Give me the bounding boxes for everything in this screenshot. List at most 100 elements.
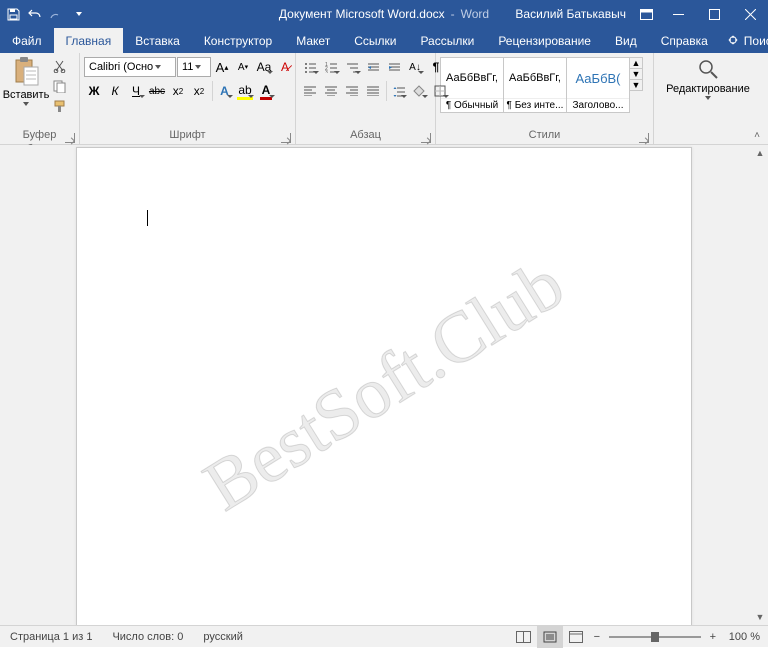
grow-font-button[interactable]: A▴	[212, 57, 232, 77]
font-launcher[interactable]	[281, 133, 291, 143]
tab-file[interactable]: Файл	[0, 28, 54, 53]
tab-review[interactable]: Рецензирование	[486, 28, 603, 53]
highlight-button[interactable]: ab	[235, 81, 255, 101]
sort-button[interactable]: A↓	[405, 57, 425, 77]
styles-launcher[interactable]	[639, 133, 649, 143]
style-heading1[interactable]: АаБбВ( Заголово...	[566, 57, 630, 113]
font-family-combo[interactable]: Calibri (Осно	[84, 57, 176, 77]
group-paragraph: 123 A↓ ¶ Абзац	[296, 53, 436, 144]
multilevel-list-button[interactable]	[342, 57, 362, 77]
group-editing-label	[658, 128, 758, 144]
numbering-button[interactable]: 123	[321, 57, 341, 77]
strikethrough-button[interactable]: abc	[147, 81, 167, 101]
subscript-button[interactable]: x2	[168, 81, 188, 101]
cut-button[interactable]	[50, 57, 68, 75]
font-color-button[interactable]: A	[256, 81, 276, 101]
italic-button[interactable]: К	[105, 81, 125, 101]
clipboard-launcher[interactable]	[65, 133, 75, 143]
status-page[interactable]: Страница 1 из 1	[0, 631, 102, 643]
svg-text:3: 3	[325, 70, 328, 73]
superscript-button[interactable]: x2	[189, 81, 209, 101]
shrink-font-button[interactable]: A▾	[233, 57, 253, 77]
view-print-layout[interactable]	[537, 626, 563, 648]
underline-button[interactable]: Ч	[126, 81, 146, 101]
save-button[interactable]	[2, 0, 24, 28]
format-painter-button[interactable]	[50, 97, 68, 115]
copy-button[interactable]	[50, 77, 68, 95]
line-spacing-button[interactable]	[386, 81, 408, 101]
tab-help[interactable]: Справка	[649, 28, 720, 53]
search-label: Поиск	[744, 34, 768, 48]
status-language[interactable]: русский	[193, 631, 252, 643]
clear-formatting-button[interactable]: A̷	[275, 57, 295, 77]
find-icon	[696, 57, 720, 81]
clipboard-icon	[13, 57, 39, 87]
styles-scroll-down[interactable]: ▼	[630, 69, 642, 80]
title-sep: -	[451, 7, 455, 21]
status-words[interactable]: Число слов: 0	[102, 631, 193, 643]
zoom-out-button[interactable]: −	[589, 631, 605, 643]
align-left-button[interactable]	[300, 81, 320, 101]
styles-expand[interactable]: ▼	[630, 80, 642, 90]
status-bar: Страница 1 из 1 Число слов: 0 русский − …	[0, 625, 768, 647]
align-right-button[interactable]	[342, 81, 362, 101]
align-center-button[interactable]	[321, 81, 341, 101]
window-title: Документ Microsoft Word.docx - Word	[279, 7, 489, 21]
paste-button[interactable]: Вставить	[4, 55, 48, 106]
title-bar: Документ Microsoft Word.docx - Word Васи…	[0, 0, 768, 28]
bullets-button[interactable]	[300, 57, 320, 77]
change-case-button[interactable]: Aa	[254, 57, 274, 77]
scroll-up-button[interactable]: ▲	[752, 145, 768, 161]
borders-button[interactable]	[430, 81, 450, 101]
decrease-indent-button[interactable]	[363, 57, 383, 77]
vertical-scrollbar[interactable]: ▲ ▼	[752, 145, 768, 625]
bold-button[interactable]: Ж	[84, 81, 104, 101]
text-effects-button[interactable]: A	[212, 81, 234, 101]
show-marks-button[interactable]: ¶	[426, 57, 446, 77]
document-name: Документ Microsoft Word.docx	[279, 7, 445, 21]
tab-design[interactable]: Конструктор	[192, 28, 284, 53]
styles-scroll-up[interactable]: ▲	[630, 58, 642, 69]
justify-button[interactable]	[363, 81, 383, 101]
tab-home[interactable]: Главная	[54, 28, 124, 53]
group-styles-label: Стили	[440, 128, 649, 144]
close-button[interactable]	[732, 0, 768, 28]
font-size-combo[interactable]: 11	[177, 57, 211, 77]
user-name[interactable]: Василий Батькавыч	[515, 7, 626, 21]
view-read-mode[interactable]	[511, 626, 537, 648]
zoom-in-button[interactable]: +	[705, 631, 721, 643]
editing-button[interactable]: Редактирование	[658, 55, 758, 100]
ribbon-display-options-button[interactable]	[632, 0, 660, 28]
undo-button[interactable]	[24, 0, 46, 28]
style-no-spacing[interactable]: АаБбВвГг, ¶ Без инте...	[503, 57, 567, 113]
redo-button[interactable]	[46, 0, 68, 28]
zoom-slider[interactable]	[605, 626, 705, 648]
zoom-level[interactable]: 100 %	[721, 631, 768, 643]
qat-customize-button[interactable]	[68, 0, 90, 28]
tab-layout[interactable]: Макет	[284, 28, 342, 53]
collapse-ribbon-button[interactable]: ˄	[750, 128, 764, 142]
group-font-label: Шрифт	[84, 128, 291, 144]
text-cursor	[147, 210, 148, 226]
editing-label: Редактирование	[666, 83, 750, 95]
tab-references[interactable]: Ссылки	[342, 28, 408, 53]
tab-mailings[interactable]: Рассылки	[408, 28, 486, 53]
document-page[interactable]	[76, 147, 692, 629]
tell-me-search[interactable]: Поиск	[720, 28, 768, 53]
scroll-down-button[interactable]: ▼	[752, 609, 768, 625]
paste-label: Вставить	[3, 89, 50, 101]
shading-button[interactable]	[409, 81, 429, 101]
group-styles: АаБбВвГг, ¶ Обычный АаБбВвГг, ¶ Без инте…	[436, 53, 654, 144]
ribbon-tabs: Файл Главная Вставка Конструктор Макет С…	[0, 28, 768, 53]
tab-insert[interactable]: Вставка	[123, 28, 192, 53]
view-web-layout[interactable]	[563, 626, 589, 648]
increase-indent-button[interactable]	[384, 57, 404, 77]
group-clipboard: Вставить Буфер обмена	[0, 53, 80, 144]
paragraph-launcher[interactable]	[421, 133, 431, 143]
workspace: ▲ ▼ BestSoft.Club	[0, 145, 768, 625]
tab-view[interactable]: Вид	[603, 28, 649, 53]
group-paragraph-label: Абзац	[300, 128, 431, 144]
minimize-button[interactable]	[660, 0, 696, 28]
maximize-button[interactable]	[696, 0, 732, 28]
ribbon: Вставить Буфер обмена Calibri (Осно 11 A…	[0, 53, 768, 145]
